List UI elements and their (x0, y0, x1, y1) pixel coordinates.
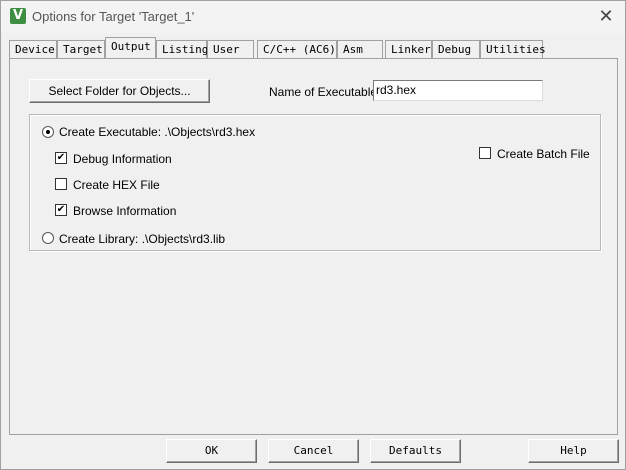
app-icon-glyph: V (12, 8, 24, 23)
tab-cpp[interactable]: C/C++ (AC6) (257, 40, 337, 58)
create-library-label: Create Library: .\Objects\rd3.lib (59, 232, 226, 246)
name-executable-field[interactable]: rd3.hex (373, 80, 543, 101)
tab-output[interactable]: Output (105, 37, 156, 58)
tab-utilities[interactable]: Utilities (480, 40, 546, 58)
output-tab-panel: Select Folder for Objects... Name of Exe… (9, 58, 618, 435)
defaults-button[interactable]: Defaults (370, 439, 461, 463)
options-dialog: V Options for Target 'Target_1' ✕ Device… (0, 0, 626, 470)
window-title: Options for Target 'Target_1' (32, 9, 195, 24)
title-bar: V Options for Target 'Target_1' ✕ (1, 1, 625, 33)
tab-user[interactable]: User (207, 40, 254, 58)
debug-info-checkbox[interactable]: ✔ (55, 152, 67, 164)
name-executable-label: Name of Executable: (269, 85, 381, 99)
create-executable-label: Create Executable: .\Objects\rd3.hex (59, 125, 256, 139)
tab-asm[interactable]: Asm (337, 40, 383, 58)
cancel-button[interactable]: Cancel (268, 439, 359, 463)
tab-linker[interactable]: Linker (385, 40, 432, 58)
close-icon[interactable]: ✕ (595, 6, 617, 28)
create-batch-label: Create Batch File (497, 147, 590, 161)
create-executable-radio[interactable] (42, 126, 54, 138)
select-folder-button[interactable]: Select Folder for Objects... (29, 79, 210, 103)
tab-debug[interactable]: Debug (432, 40, 480, 58)
help-button[interactable]: Help (528, 439, 619, 463)
tab-device[interactable]: Device (9, 40, 57, 58)
keil-app-icon: V (10, 8, 26, 24)
create-hex-label: Create HEX File (73, 178, 160, 192)
ok-button[interactable]: OK (166, 439, 257, 463)
tab-listing[interactable]: Listing (156, 40, 208, 58)
create-hex-checkbox[interactable] (55, 178, 67, 190)
browse-info-label: Browse Information (73, 204, 177, 218)
create-library-radio[interactable] (42, 232, 54, 244)
create-batch-checkbox[interactable] (479, 147, 491, 159)
tab-target[interactable]: Target (57, 40, 105, 58)
output-groupbox: Create Executable: .\Objects\rd3.hex ✔ D… (29, 114, 601, 251)
debug-info-label: Debug Information (73, 152, 172, 166)
browse-info-checkbox[interactable]: ✔ (55, 204, 67, 216)
